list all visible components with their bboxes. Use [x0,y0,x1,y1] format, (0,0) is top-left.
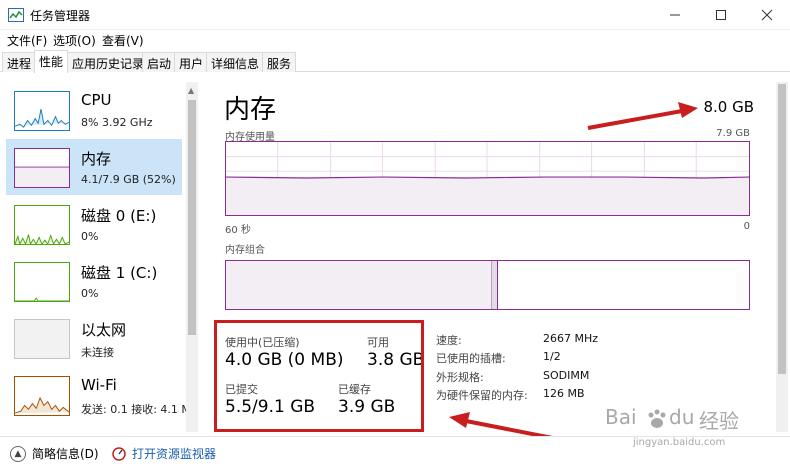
sidebar-item-title: CPU [81,91,112,109]
fewer-details-label: 简略信息(D) [32,447,99,461]
tab-users[interactable]: 用户 [174,52,209,72]
usage-axis-right: 0 [743,221,750,232]
speed-value: 2667 MHz [543,332,599,345]
menu-options[interactable]: 选项(O) [53,32,96,49]
memory-composition-bar [225,260,750,310]
cached-value: 3.9 GB [338,397,396,417]
tab-bar: 进程 性能 应用历史记录 启动 用户 详细信息 服务 [0,50,790,73]
resource-monitor-label: 打开资源监视器 [132,447,217,461]
watermark-logo-part2: du [669,405,695,429]
sidebar-item-title: 内存 [81,150,112,168]
maximize-icon [716,10,726,20]
disk-1-thumbnail-graph [14,262,70,302]
slots-used-value: 1/2 [543,350,561,363]
in-use-label: 使用中(已压缩) [225,336,300,349]
sidebar-item-subtitle: 0% [81,230,99,243]
window-title: 任务管理器 [30,9,91,23]
title-bar: 任务管理器 [0,0,790,30]
wifi-thumbnail-graph [14,376,70,416]
menu-bar: 文件(F) 选项(O) 查看(V) [0,30,790,50]
available-label: 可用 [367,336,389,349]
tab-performance[interactable]: 性能 [34,50,69,73]
minimize-icon [670,14,680,16]
sidebar-item-ethernet[interactable]: 以太网 未连接 [6,310,182,366]
menu-view[interactable]: 查看(V) [102,32,144,49]
performance-sidebar: CPU 8% 3.92 GHz 内存 4.1/7.9 GB (52%) 磁盘 0… [0,73,200,433]
sidebar-item-cpu[interactable]: CPU 8% 3.92 GHz [6,82,182,138]
fewer-details-button[interactable]: ▲ 简略信息(D) [10,445,99,462]
cpu-thumbnail-graph [14,91,70,131]
tab-app-history[interactable]: 应用历史记录 [67,52,150,72]
tab-processes[interactable]: 进程 [2,52,37,72]
sidebar-item-subtitle: 发送: 0.1 接收: 4.1 M [81,403,191,416]
watermark-brand: 经验 [699,409,739,433]
tab-startup[interactable]: 启动 [142,52,177,72]
memory-stats-highlight: 使用中(已压缩) 4.0 GB (0 MB) 可用 3.8 GB 已提交 5.5… [214,320,424,432]
hardware-reserved-label: 为硬件保留的内存: [436,389,528,402]
memory-usage-graph [225,141,750,216]
sidebar-item-title: 磁盘 1 (C:) [81,264,158,282]
close-icon [761,9,773,21]
chevron-up-icon: ▲ [10,445,26,462]
hardware-reserved-value: 126 MB [543,387,585,400]
baidu-jingyan-watermark: Bai du 经验 jingyan.baidu.com [585,403,755,458]
form-factor-label: 外形规格: [436,371,484,384]
main-scrollbar[interactable] [776,82,788,432]
sidebar-item-title: Wi-Fi [81,376,117,394]
available-value: 3.8 GB [367,350,421,370]
close-button[interactable] [744,0,790,30]
composition-in-use [226,261,492,309]
sidebar-item-subtitle: 8% 3.92 GHz [81,116,153,129]
sidebar-item-disk-1[interactable]: 磁盘 1 (C:) 0% [6,253,182,309]
total-memory: 8.0 GB [703,98,754,116]
composition-label: 内存组合 [225,245,265,256]
sidebar-item-wifi[interactable]: Wi-Fi 发送: 0.1 接收: 4.1 M [6,367,191,423]
page-title: 内存 [224,95,277,125]
cached-label: 已缓存 [338,383,371,396]
committed-label: 已提交 [225,383,258,396]
paw-icon [648,409,666,428]
sidebar-scrollbar[interactable]: ▲ [186,82,198,432]
minimize-button[interactable] [652,0,698,30]
main-scrollbar-thumb[interactable] [778,84,786,374]
memory-thumbnail-graph [14,148,70,188]
tab-details[interactable]: 详细信息 [206,52,265,72]
memory-detail-panel: 内存 8.0 GB 内存使用量 7.9 GB 60 秒 0 内存组合 使用中(已 [206,73,776,433]
in-use-value: 4.0 GB (0 MB) [225,350,344,370]
speed-label: 速度: [436,334,462,347]
scroll-up-icon[interactable]: ▲ [188,86,194,95]
menu-file[interactable]: 文件(F) [7,32,47,49]
task-manager-icon [8,8,24,22]
disk-0-thumbnail-graph [14,205,70,245]
ethernet-thumbnail-graph [14,319,70,359]
watermark-logo-part1: Bai [605,405,637,429]
open-resource-monitor-link[interactable]: 打开资源监视器 [112,445,216,462]
sidebar-item-subtitle: 未连接 [81,346,114,359]
form-factor-value: SODIMM [543,369,590,382]
watermark-domain: jingyan.baidu.com [633,437,726,448]
resource-monitor-icon [112,446,126,461]
usage-axis-left: 60 秒 [225,225,251,236]
sidebar-item-disk-0[interactable]: 磁盘 0 (E:) 0% [6,196,182,252]
sidebar-item-subtitle: 0% [81,287,99,300]
composition-modified [492,261,498,309]
sidebar-scrollbar-thumb[interactable] [188,100,196,335]
tab-services[interactable]: 服务 [262,52,297,72]
sidebar-item-title: 磁盘 0 (E:) [81,207,157,225]
committed-value: 5.5/9.1 GB [225,397,316,417]
sidebar-item-title: 以太网 [81,321,127,339]
sidebar-item-memory[interactable]: 内存 4.1/7.9 GB (52%) [6,139,182,195]
sidebar-item-subtitle: 4.1/7.9 GB (52%) [81,173,176,186]
usage-graph-max: 7.9 GB [716,128,750,139]
slots-used-label: 已使用的插槽: [436,352,506,365]
maximize-button[interactable] [698,0,744,30]
